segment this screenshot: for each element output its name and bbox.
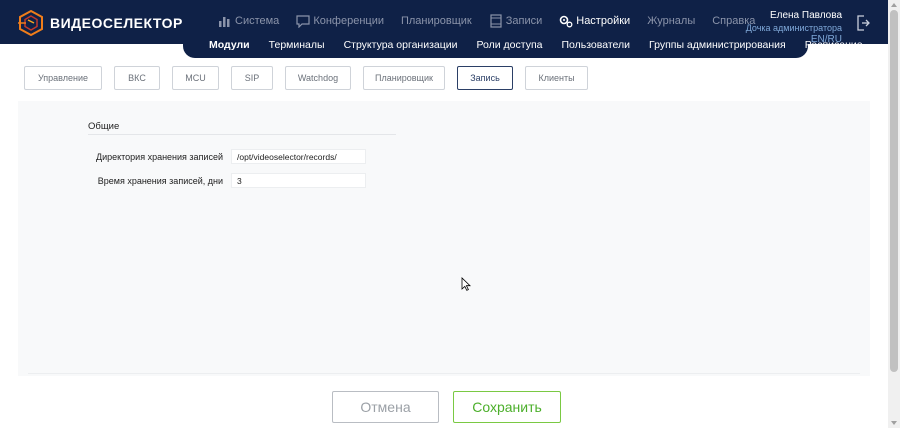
menu-item-label: Настройки	[576, 15, 631, 27]
save-button[interactable]: Сохранить	[453, 391, 561, 423]
cancel-button[interactable]: Отмена	[332, 391, 439, 423]
bar-chart-icon	[219, 17, 230, 27]
tab-vks[interactable]: ВКС	[114, 66, 160, 90]
menu-item-scheduler[interactable]: Планировщик	[401, 15, 472, 27]
menu-item-label: Планировщик	[400, 15, 472, 27]
module-tabs: Управление ВКС MCU SIP Watchdog Планиров…	[24, 66, 600, 90]
scroll-down-arrow-icon[interactable]	[891, 421, 897, 425]
submenu-item-org-structure[interactable]: Структура организации	[344, 39, 458, 51]
sub-menu: Модули Терминалы Структура организации Р…	[209, 39, 882, 51]
logo-text: ВИДЕОСЕЛЕКТОР	[50, 15, 183, 31]
user-role: Дочка администратора	[745, 23, 842, 33]
menu-item-conferences[interactable]: Конференции	[296, 14, 384, 28]
tab-watchdog[interactable]: Watchdog	[285, 66, 351, 90]
submenu-item-access-roles[interactable]: Роли доступа	[476, 39, 542, 51]
tab-management[interactable]: Управление	[24, 66, 102, 90]
logo-icon	[18, 10, 43, 36]
logout-icon[interactable]	[856, 15, 870, 31]
user-name[interactable]: Елена Павлова	[746, 10, 842, 21]
submenu-item-admin-groups[interactable]: Группы администрирования	[649, 39, 786, 51]
section-title: Общие	[88, 121, 120, 132]
retention-days-input[interactable]	[231, 173, 366, 188]
section-divider	[88, 134, 396, 135]
menu-item-settings[interactable]: Настройки	[559, 14, 630, 28]
menu-item-label: Журналы	[647, 15, 696, 27]
menu-item-label: Конференции	[313, 15, 384, 27]
scroll-thumb[interactable]	[890, 10, 898, 372]
settings-panel: Общие Директория хранения записей Время …	[18, 101, 870, 376]
menu-item-journals[interactable]: Журналы	[647, 15, 695, 27]
page-scrollbar[interactable]	[888, 0, 900, 428]
submenu-item-users[interactable]: Пользователи	[561, 39, 630, 51]
mouse-cursor-icon	[461, 277, 471, 291]
tab-sip[interactable]: SIP	[231, 66, 273, 90]
submenu-item-terminals[interactable]: Терминалы	[269, 39, 325, 51]
tab-clients[interactable]: Клиенты	[525, 66, 588, 90]
submenu-item-modules[interactable]: Модули	[209, 39, 250, 51]
chat-icon	[296, 15, 310, 28]
scroll-up-arrow-icon[interactable]	[891, 3, 897, 7]
main-menu: Система Конференции Планировщик Записи Н	[218, 14, 772, 28]
tab-recording[interactable]: Запись	[457, 66, 513, 90]
panel-divider	[28, 373, 860, 374]
film-icon	[490, 14, 502, 28]
menu-item-system[interactable]: Система	[218, 14, 279, 28]
menu-item-label: Система	[235, 15, 280, 27]
app-logo[interactable]: ВИДЕОСЕЛЕКТОР	[18, 10, 183, 36]
records-directory-label: Директория хранения записей	[95, 152, 223, 162]
retention-days-label: Время хранения записей, дни	[97, 176, 223, 186]
menu-item-label: Записи	[505, 15, 543, 27]
menu-item-records[interactable]: Записи	[489, 14, 543, 28]
gears-icon	[559, 15, 573, 28]
tab-mcu[interactable]: MCU	[172, 66, 219, 90]
records-directory-input[interactable]	[231, 149, 366, 164]
tab-scheduler[interactable]: Планировщик	[363, 66, 445, 90]
submenu-item-schedule[interactable]: Расписание	[805, 39, 863, 51]
